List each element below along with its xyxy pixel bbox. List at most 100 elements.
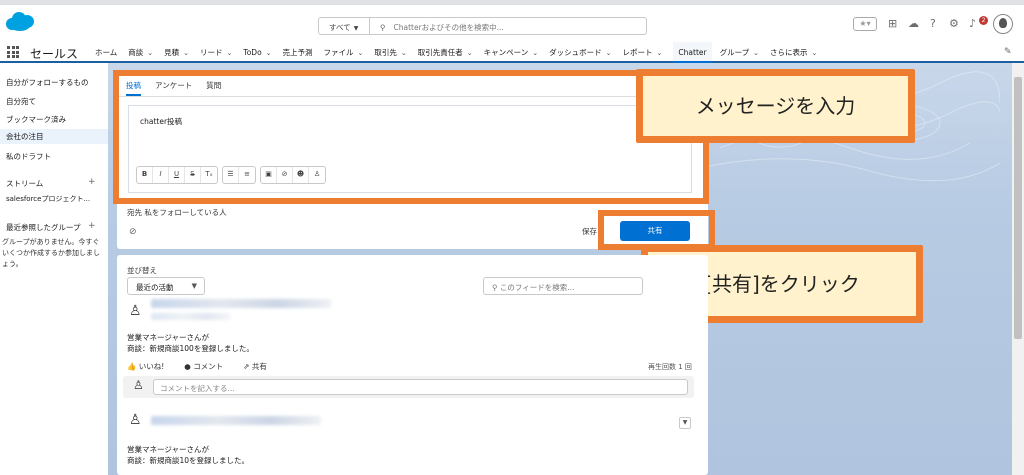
share-icon: ⇗ [243,362,250,371]
nav-tab[interactable]: 商談 ⌄ [128,42,153,63]
nav-tab[interactable]: 見積 ⌄ [164,42,189,63]
nav-tab[interactable]: ホーム [95,42,117,63]
comment-row: ♙ コメントを記入する... [123,376,694,398]
sidebar-item-my-drafts[interactable]: 私のドラフト [6,151,51,162]
recent-groups-heading: 最近参照したグループ [6,223,81,232]
nav-tab[interactable]: ダッシュボード ⌄ [549,42,611,63]
editor-highlight-box [113,70,709,204]
chevron-down-icon: ▼ [353,25,359,32]
comment-bubble-icon: ● [184,362,191,371]
nav-tab-label: 売上予測 [282,48,313,57]
chevron-down-icon[interactable]: ⌄ [606,49,612,57]
save-draft-text: 保存 [582,227,597,236]
post-menu-chevron-icon[interactable]: ▼ [679,417,691,429]
feed-search-input[interactable]: ⚲ このフィードを検索... [483,277,643,295]
post-author-name-blurred[interactable] [151,299,331,308]
chevron-down-icon: ▼ [191,282,197,290]
post-body: 営業マネージャーさんが 商談：新規商談10を登録しました。 [127,444,249,466]
like-button[interactable]: 👍 いいね! [127,361,164,372]
chevron-down-icon[interactable]: ⌄ [467,49,473,57]
nav-tab[interactable]: キャンペーン ⌄ [484,42,539,63]
chatter-feed: 並び替え 最近の活動 ▼ ⚲ このフィードを検索... ♙ 営業マネージャーさん… [117,255,708,475]
nav-tab-label: リード [200,48,223,57]
chevron-down-icon[interactable]: ⌄ [147,49,153,57]
nav-tabs: ホーム 商談 ⌄ 見積 ⌄ リード ⌄ ToDo ⌄ 売上予測 ファイル ⌄ 取引先 ⌄ 取引先責任者 ⌄ キャ… [95,42,828,63]
nav-tab-label: ホーム [95,48,118,57]
thumbs-up-icon: 👍 [127,362,137,371]
global-search-input[interactable]: ⚲ Chatterおよびその他を検索中... [369,17,647,35]
nav-tab-label: レポート [622,48,653,57]
nav-tab-label: キャンペーン [483,48,529,57]
nav-tab[interactable]: さらに表示 ⌄ [770,42,817,63]
share-target-text[interactable]: 宛先 私をフォローしている人 [127,207,227,218]
attach-paperclip-icon[interactable]: ⊘ [129,227,137,237]
share-highlight-box [598,210,715,250]
search-scope-label: すべて [329,23,351,32]
notification-bell-icon[interactable]: ♪ [969,17,976,31]
post-line-2[interactable]: 商談：新規商談100を登録しました。 [127,343,254,354]
message-callout: メッセージを入力 [636,69,915,143]
add-stream-plus-icon[interactable]: + [88,177,96,187]
app-launcher-icon[interactable] [7,46,19,58]
chevron-down-icon[interactable]: ⌄ [183,49,189,57]
salesforce-logo-icon[interactable] [6,12,34,31]
post-author-avatar-icon[interactable]: ♙ [129,412,142,428]
nav-tab[interactable]: ToDo ⌄ [243,42,271,63]
global-actions-plus-icon[interactable]: ⊞ [888,17,897,31]
post-line-2[interactable]: 商談：新規商談10を登録しました。 [127,455,249,466]
stream-item[interactable]: salesforceプロジェクト... [6,194,90,204]
post-line-1: 営業マネージャーさんが [127,445,209,454]
nav-tab[interactable]: Chatter [673,42,712,63]
comment-button[interactable]: ● コメント [184,361,223,372]
chevron-down-icon[interactable]: ⌄ [358,49,364,57]
global-header: すべて ▼ ⚲ Chatterおよびその他を検索中... ★▾ ⊞ ☁ ? ⚙ ♪ … [0,5,1024,42]
sidebar-item-following[interactable]: 自分がフォローするもの [6,77,89,88]
chevron-down-icon[interactable]: ⌄ [812,49,818,57]
add-group-plus-icon[interactable]: + [88,221,96,231]
sidebar-item-bookmarked[interactable]: ブックマーク済み [6,114,66,125]
search-icon: ⚲ [380,23,386,32]
groups-empty-note: グループがありません。今すぐいくつか作成するか参加しましょう。 [2,238,100,268]
chevron-down-icon[interactable]: ⌄ [266,49,272,57]
nav-tab-label: ファイル [323,48,354,57]
chevron-down-icon[interactable]: ⌄ [532,49,538,57]
nav-tab[interactable]: ファイル ⌄ [324,42,364,63]
nav-tab-label: さらに表示 [770,48,808,57]
post-author-avatar-icon[interactable]: ♙ [129,303,142,319]
nav-tab[interactable]: レポート ⌄ [623,42,663,63]
share-post-button[interactable]: ⇗ 共有 [243,361,267,372]
streams-heading: ストリーム [6,179,44,188]
chevron-down-icon[interactable]: ⌄ [401,49,407,57]
sidebar-item-to-me[interactable]: 自分宛て [6,96,36,107]
nav-tab[interactable]: 取引先責任者 ⌄ [418,42,473,63]
trailhead-icon[interactable]: ☁ [908,17,919,31]
chevron-down-icon[interactable]: ⌄ [753,49,759,57]
setup-gear-icon[interactable]: ⚙ [949,17,959,31]
edit-nav-pencil-icon[interactable]: ✎ [1004,47,1012,57]
comment-input[interactable]: コメントを記入する... [153,379,688,395]
post-line-1: 営業マネージャーさんが [127,333,209,342]
nav-tab-label: 商談 [128,48,144,57]
nav-tab-label: 見積 [164,48,180,57]
notification-badge: 2 [979,16,988,25]
nav-tab[interactable]: リード ⌄ [200,42,232,63]
nav-tab[interactable]: 売上予測 [283,42,313,63]
sort-label: 並び替え [127,266,157,275]
chevron-down-icon[interactable]: ⌄ [657,49,663,57]
user-avatar[interactable] [993,14,1013,34]
search-scope-select[interactable]: すべて ▼ [318,17,370,35]
favorites-star-icon[interactable]: ★▾ [853,17,877,31]
sort-select[interactable]: 最近の活動 ▼ [127,277,205,295]
sidebar-item-company-highlights[interactable]: 会社の注目 [0,129,108,144]
nav-tab[interactable]: グループ ⌄ [720,42,759,63]
scrollbar-thumb[interactable] [1014,77,1022,339]
feed-search-placeholder: このフィードを検索... [499,283,575,292]
view-count: 再生回数 1 回 [648,363,692,371]
nav-tab[interactable]: 取引先 ⌄ [374,42,406,63]
page-scrollbar[interactable] [1012,63,1024,475]
post-author-name-blurred[interactable] [151,416,321,425]
nav-tab-label: ダッシュボード [549,48,602,57]
chevron-down-icon[interactable]: ⌄ [227,49,233,57]
commenter-avatar-icon: ♙ [133,378,144,392]
help-icon[interactable]: ? [930,17,936,31]
